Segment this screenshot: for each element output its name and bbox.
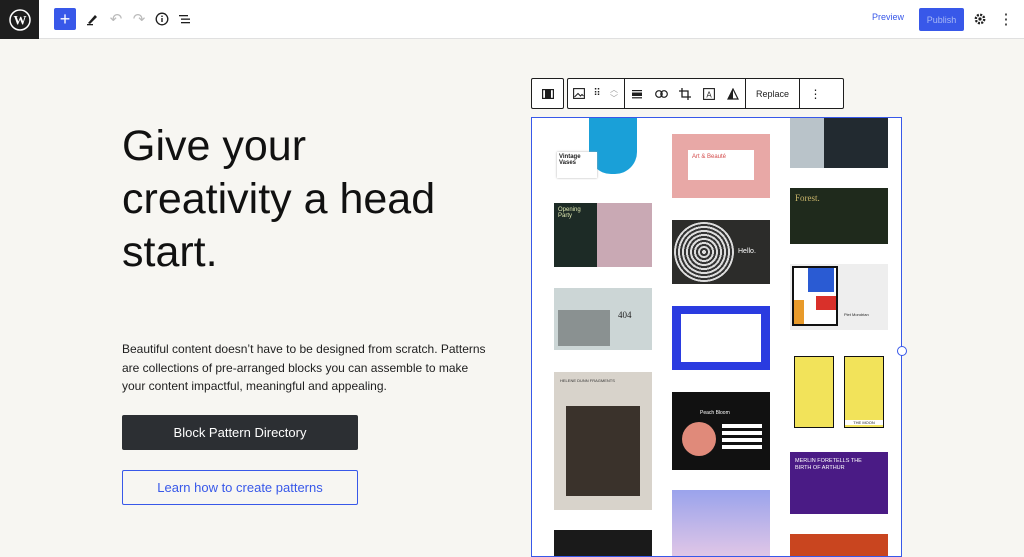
redo-icon[interactable]: ↷: [128, 8, 150, 30]
thumbnail-title: Art & Beauté: [692, 154, 727, 160]
description-paragraph: Beautiful content doesn’t have to be des…: [122, 342, 486, 393]
thumbnail-dark: [554, 530, 652, 556]
thumbnail-title: 404: [618, 310, 632, 320]
drag-handle-icon[interactable]: ⠿: [590, 79, 604, 108]
thumbnail-label-box: Art & Beauté: [688, 150, 754, 180]
thumbnail-title: HELENE DUNN FRAGMENTS: [560, 378, 615, 383]
align-center-icon[interactable]: [625, 79, 649, 108]
thumbnail-art-beaute: Art & Beauté: [672, 134, 770, 198]
thumbnail-title: MERLIN FORETELLS THE BIRTH OF ARTHUR: [795, 458, 862, 471]
thumbnail-bird: [790, 118, 888, 168]
selected-image-block[interactable]: Vintage Vases Opening Party 404 HELENE D…: [531, 117, 902, 557]
thumbnail-fragments: HELENE DUNN FRAGMENTS: [554, 372, 652, 510]
block-toolbar-parent: [531, 78, 564, 109]
form-fields: [722, 424, 762, 450]
block-pattern-directory-button[interactable]: Block Pattern Directory: [122, 415, 358, 450]
duotone-icon[interactable]: [721, 79, 745, 108]
resize-handle[interactable]: [897, 346, 907, 356]
link-icon[interactable]: [649, 79, 673, 108]
thumbnail-gradient: [672, 490, 770, 556]
thumbnail-merlin: MERLIN FORETELLS THE BIRTH OF ARTHUR: [790, 452, 888, 514]
artwork-image: [566, 406, 640, 496]
thumbnail-title: Hello.: [738, 248, 756, 255]
svg-text:A: A: [706, 90, 712, 99]
preview-button[interactable]: Preview: [872, 12, 904, 22]
more-options-icon[interactable]: ⋮: [800, 79, 831, 108]
thumbnail-blue-illustration: [672, 306, 770, 370]
thumbnail-tarot: THE MOON: [790, 350, 888, 434]
replace-button[interactable]: Replace: [746, 79, 799, 108]
editor-top-bar: W + ↶ ↷ Preview Publish ⋮: [0, 0, 1024, 39]
thumbnail-image-area: [597, 203, 652, 267]
thumbnail-peach-bloom: Peach Bloom: [672, 392, 770, 470]
thumbnail-title: Forest.: [795, 193, 820, 203]
thumbnail-title: Piet Mondrian: [844, 312, 869, 317]
more-vertical-icon[interactable]: ⋮: [995, 8, 1017, 30]
wordpress-logo-icon[interactable]: W: [0, 0, 39, 39]
list-view-icon[interactable]: [174, 8, 196, 30]
image-block-toolbar: ⠿ ︿ ﹀ A Replace ⋮: [567, 78, 844, 109]
plus-icon[interactable]: +: [54, 8, 76, 30]
pen-icon[interactable]: [81, 8, 103, 30]
page-title: Give your creativity a head start.: [122, 122, 436, 276]
thumbnail-404: 404: [554, 288, 652, 350]
thumbnail-orange: [790, 534, 888, 556]
peach-flower-image: [682, 422, 716, 456]
crop-icon[interactable]: [673, 79, 697, 108]
thumbnail-vintage-vases: Vintage Vases: [554, 118, 652, 180]
info-icon[interactable]: [151, 8, 173, 30]
thumbnail-title: Opening Party: [558, 207, 581, 219]
undo-icon[interactable]: ↶: [105, 8, 127, 30]
tarot-card-title: THE MOON: [845, 420, 883, 425]
text-overlay-icon[interactable]: A: [697, 79, 721, 108]
image-icon[interactable]: [568, 79, 590, 108]
svg-text:W: W: [13, 12, 26, 27]
illustration-box: [681, 314, 761, 362]
tarot-card-right: THE MOON: [844, 356, 884, 428]
gear-icon[interactable]: [969, 8, 991, 30]
bird-image: [790, 118, 824, 168]
thumbnail-mondrian: Piet Mondrian: [790, 264, 888, 330]
thumbnail-title: Peach Bloom: [700, 410, 730, 416]
mondrian-painting: [792, 266, 838, 326]
thumbnail-hello: Hello.: [672, 220, 770, 284]
thumbnail-opening-party: Opening Party: [554, 203, 652, 267]
thumbnail-label-box: Vintage Vases: [557, 152, 597, 178]
hypnotic-circle: [674, 222, 734, 282]
ship-image: [558, 310, 610, 346]
learn-patterns-button[interactable]: Learn how to create patterns: [122, 470, 358, 505]
tarot-card-left: [794, 356, 834, 428]
thumbnail-title: Vintage Vases: [559, 154, 581, 166]
move-arrows-icon[interactable]: ︿ ﹀: [604, 79, 624, 108]
publish-button[interactable]: Publish: [919, 8, 964, 31]
thumbnail-forest: Forest.: [790, 188, 888, 244]
align-icon[interactable]: [532, 79, 563, 108]
